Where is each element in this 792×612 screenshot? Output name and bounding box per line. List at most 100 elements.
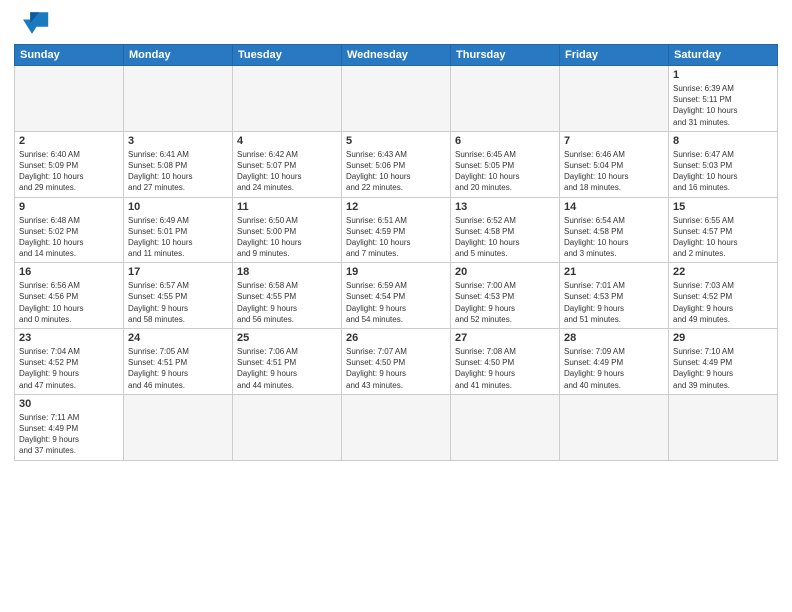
day-info: Sunrise: 6:50 AM Sunset: 5:00 PM Dayligh… [237,215,337,260]
calendar-cell [451,66,560,132]
day-info: Sunrise: 7:04 AM Sunset: 4:52 PM Dayligh… [19,346,119,391]
calendar-cell: 2Sunrise: 6:40 AM Sunset: 5:09 PM Daylig… [15,131,124,197]
day-info: Sunrise: 7:05 AM Sunset: 4:51 PM Dayligh… [128,346,228,391]
day-info: Sunrise: 6:58 AM Sunset: 4:55 PM Dayligh… [237,280,337,325]
calendar-cell [124,66,233,132]
day-number: 23 [19,332,119,344]
day-number: 26 [346,332,446,344]
day-number: 24 [128,332,228,344]
day-info: Sunrise: 7:03 AM Sunset: 4:52 PM Dayligh… [673,280,773,325]
calendar-cell: 4Sunrise: 6:42 AM Sunset: 5:07 PM Daylig… [233,131,342,197]
day-info: Sunrise: 7:01 AM Sunset: 4:53 PM Dayligh… [564,280,664,325]
calendar-cell: 3 Sunrise: 6:41 AM Sunset: 5:08 PM Daylig… [124,131,233,197]
calendar-cell: 13 Sunrise: 6:52 AM Sunset: 4:58 PM Dayli… [451,197,560,263]
day-info: Sunrise: 6:49 AM Sunset: 5:01 PM Dayligh… [128,215,228,260]
logo [14,10,56,38]
calendar-cell [233,66,342,132]
calendar-cell [342,66,451,132]
day-number: 9 [19,201,119,213]
day-info: Sunrise: 6:40 AM Sunset: 5:09 PM Dayligh… [19,149,119,194]
day-number: 14 [564,201,664,213]
calendar-cell: 25 Sunrise: 7:06 AM Sunset: 4:51 PM Dayli… [233,329,342,395]
day-number: 22 [673,266,773,278]
day-info: Sunrise: 7:07 AM Sunset: 4:50 PM Dayligh… [346,346,446,391]
calendar-cell: 10 Sunrise: 6:49 AM Sunset: 5:01 PM Dayli… [124,197,233,263]
day-info: Sunrise: 7:08 AM Sunset: 4:50 PM Dayligh… [455,346,555,391]
day-header-tuesday: Tuesday [233,45,342,66]
day-info: Sunrise: 7:09 AM Sunset: 4:49 PM Dayligh… [564,346,664,391]
calendar-cell: 28 Sunrise: 7:09 AM Sunset: 4:49 PM Dayli… [560,329,669,395]
day-info: Sunrise: 7:06 AM Sunset: 4:51 PM Dayligh… [237,346,337,391]
day-number: 8 [673,135,773,147]
day-info: Sunrise: 6:45 AM Sunset: 5:05 PM Dayligh… [455,149,555,194]
calendar-table: SundayMondayTuesdayWednesdayThursdayFrid… [14,44,778,461]
day-number: 20 [455,266,555,278]
day-number: 1 [673,69,773,81]
day-number: 19 [346,266,446,278]
day-number: 18 [237,266,337,278]
calendar-cell: 19 Sunrise: 6:59 AM Sunset: 4:54 PM Dayli… [342,263,451,329]
week-row-6: 30Sunrise: 7:11 AM Sunset: 4:49 PM Dayli… [15,394,778,460]
day-info: Sunrise: 6:47 AM Sunset: 5:03 PM Dayligh… [673,149,773,194]
calendar-cell: 23 Sunrise: 7:04 AM Sunset: 4:52 PM Dayli… [15,329,124,395]
day-info: Sunrise: 6:54 AM Sunset: 4:58 PM Dayligh… [564,215,664,260]
calendar-cell: 17 Sunrise: 6:57 AM Sunset: 4:55 PM Dayli… [124,263,233,329]
calendar-cell: 5 Sunrise: 6:43 AM Sunset: 5:06 PM Daylig… [342,131,451,197]
day-info: Sunrise: 6:46 AM Sunset: 5:04 PM Dayligh… [564,149,664,194]
day-headers-row: SundayMondayTuesdayWednesdayThursdayFrid… [15,45,778,66]
calendar-cell: 18 Sunrise: 6:58 AM Sunset: 4:55 PM Dayli… [233,263,342,329]
calendar-cell [342,394,451,460]
day-info: Sunrise: 6:57 AM Sunset: 4:55 PM Dayligh… [128,280,228,325]
day-info: Sunrise: 6:39 AM Sunset: 5:11 PM Dayligh… [673,83,773,128]
week-row-3: 9 Sunrise: 6:48 AM Sunset: 5:02 PM Daylig… [15,197,778,263]
calendar-cell [233,394,342,460]
day-info: Sunrise: 6:41 AM Sunset: 5:08 PM Dayligh… [128,149,228,194]
week-row-1: 1 Sunrise: 6:39 AM Sunset: 5:11 PM Daylig… [15,66,778,132]
day-info: Sunrise: 7:10 AM Sunset: 4:49 PM Dayligh… [673,346,773,391]
day-info: Sunrise: 6:52 AM Sunset: 4:58 PM Dayligh… [455,215,555,260]
day-info: Sunrise: 7:00 AM Sunset: 4:53 PM Dayligh… [455,280,555,325]
calendar-cell: 8 Sunrise: 6:47 AM Sunset: 5:03 PM Daylig… [669,131,778,197]
calendar-cell: 1 Sunrise: 6:39 AM Sunset: 5:11 PM Daylig… [669,66,778,132]
week-row-5: 23 Sunrise: 7:04 AM Sunset: 4:52 PM Dayli… [15,329,778,395]
calendar-cell [560,66,669,132]
calendar-cell: 14 Sunrise: 6:54 AM Sunset: 4:58 PM Dayli… [560,197,669,263]
day-number: 4 [237,135,337,147]
calendar-cell: 26 Sunrise: 7:07 AM Sunset: 4:50 PM Dayli… [342,329,451,395]
day-header-thursday: Thursday [451,45,560,66]
calendar-cell: 29Sunrise: 7:10 AM Sunset: 4:49 PM Dayli… [669,329,778,395]
calendar-cell: 7Sunrise: 6:46 AM Sunset: 5:04 PM Daylig… [560,131,669,197]
calendar-page: SundayMondayTuesdayWednesdayThursdayFrid… [0,0,792,612]
week-row-2: 2Sunrise: 6:40 AM Sunset: 5:09 PM Daylig… [15,131,778,197]
day-header-sunday: Sunday [15,45,124,66]
day-info: Sunrise: 6:43 AM Sunset: 5:06 PM Dayligh… [346,149,446,194]
calendar-cell: 20 Sunrise: 7:00 AM Sunset: 4:53 PM Dayli… [451,263,560,329]
calendar-cell [15,66,124,132]
calendar-cell: 22 Sunrise: 7:03 AM Sunset: 4:52 PM Dayli… [669,263,778,329]
calendar-cell: 11 Sunrise: 6:50 AM Sunset: 5:00 PM Dayli… [233,197,342,263]
day-number: 3 [128,135,228,147]
day-number: 15 [673,201,773,213]
day-info: Sunrise: 6:59 AM Sunset: 4:54 PM Dayligh… [346,280,446,325]
day-number: 25 [237,332,337,344]
day-number: 17 [128,266,228,278]
calendar-cell: 24 Sunrise: 7:05 AM Sunset: 4:51 PM Dayli… [124,329,233,395]
day-number: 13 [455,201,555,213]
calendar-cell: 6Sunrise: 6:45 AM Sunset: 5:05 PM Daylig… [451,131,560,197]
day-info: Sunrise: 6:55 AM Sunset: 4:57 PM Dayligh… [673,215,773,260]
calendar-cell [669,394,778,460]
calendar-cell: 30Sunrise: 7:11 AM Sunset: 4:49 PM Dayli… [15,394,124,460]
day-header-saturday: Saturday [669,45,778,66]
day-header-wednesday: Wednesday [342,45,451,66]
logo-icon [14,10,50,38]
calendar-cell [451,394,560,460]
day-info: Sunrise: 6:48 AM Sunset: 5:02 PM Dayligh… [19,215,119,260]
day-number: 28 [564,332,664,344]
day-header-monday: Monday [124,45,233,66]
page-header [14,10,778,38]
calendar-cell [124,394,233,460]
day-number: 10 [128,201,228,213]
day-number: 11 [237,201,337,213]
day-number: 5 [346,135,446,147]
day-info: Sunrise: 7:11 AM Sunset: 4:49 PM Dayligh… [19,412,119,457]
